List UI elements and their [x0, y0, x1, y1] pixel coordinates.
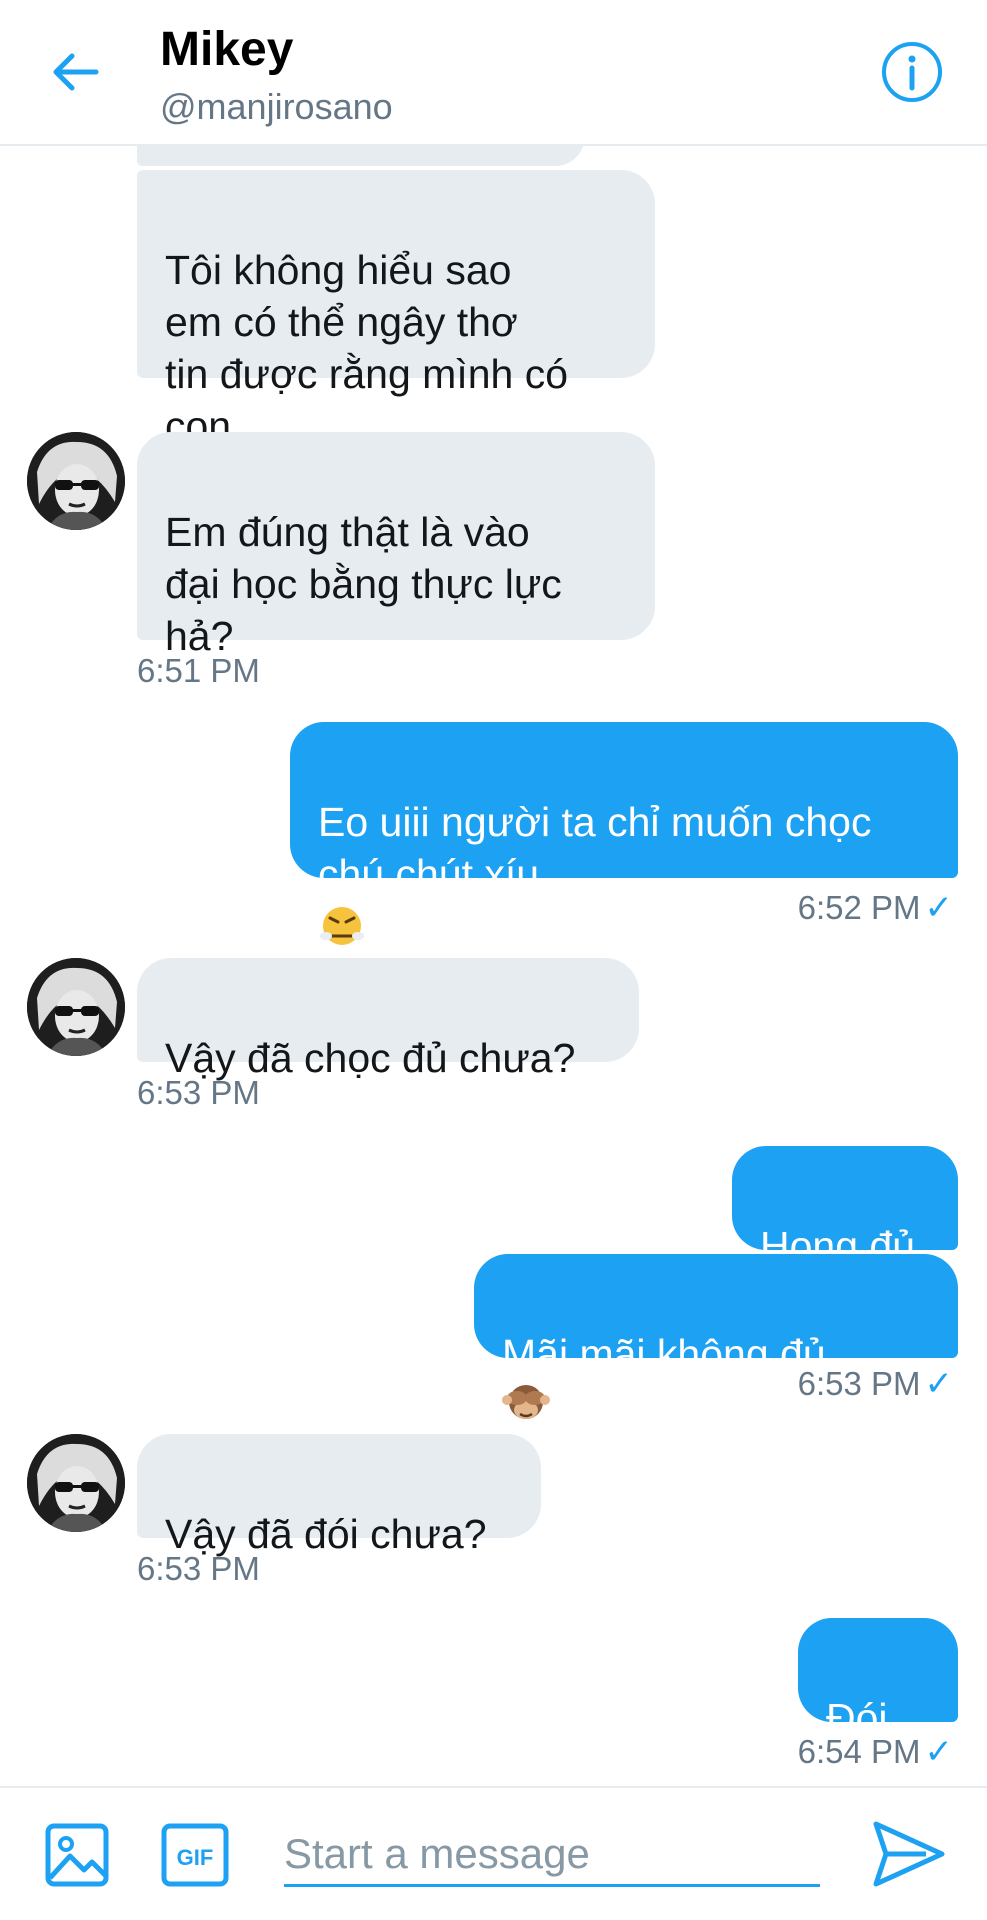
message-timestamp: 6:52 PM ✓ — [797, 889, 954, 927]
conversation-title[interactable]: Mikey — [160, 22, 293, 77]
avatar-image — [27, 958, 125, 1056]
avatar-image — [27, 1434, 125, 1532]
message-bubble-incoming[interactable]: Vậy đã đói chưa? — [137, 1434, 541, 1557]
avatar[interactable] — [27, 958, 125, 1056]
read-checkmark-icon: ✓ — [924, 1733, 954, 1771]
message-text: Eo uiii người ta chỉ muốn chọc chú chút … — [318, 799, 872, 897]
read-checkmark-icon: ✓ — [924, 889, 954, 927]
conversation-handle: @manjirosano — [160, 86, 393, 127]
message-bubble-incoming[interactable]: Vậy đã chọc đủ chưa? — [137, 958, 639, 1081]
conversation-header: Mikey @manjirosano — [0, 0, 987, 146]
avatar[interactable] — [27, 1434, 125, 1532]
gif-icon[interactable]: GIF — [160, 1822, 230, 1888]
message-composer: GIF — [0, 1786, 987, 1920]
send-icon[interactable] — [868, 1814, 948, 1894]
read-checkmark-icon: ✓ — [924, 1365, 954, 1403]
back-arrow-icon[interactable] — [46, 44, 102, 100]
message-bubble-incoming[interactable]: Em đúng thật là vào đại học bằng thực lự… — [137, 432, 655, 659]
message-thread[interactable]: Tôi không hiểu sao em có thể ngây thơ ti… — [0, 146, 987, 1786]
message-text: Mãi mãi không đủ — [502, 1331, 826, 1377]
gif-label: GIF — [177, 1845, 214, 1870]
avatar[interactable] — [27, 432, 125, 530]
message-bubble-incoming[interactable]: Tôi không hiểu sao em có thể ngây thơ ti… — [137, 170, 655, 449]
message-bubble-outgoing[interactable]: Mãi mãi không đủ — [474, 1254, 958, 1419]
message-bubble-outgoing[interactable]: Eo uiii người ta chỉ muốn chọc chú chút … — [290, 722, 958, 945]
message-text: Tôi không hiểu sao em có thể ngây thơ ti… — [165, 247, 569, 449]
message-bubble-outgoing[interactable]: Hong đủ — [732, 1146, 958, 1269]
angry-face-emoji-icon — [320, 907, 364, 945]
message-timestamp: 6:53 PM — [137, 1550, 260, 1587]
message-input[interactable] — [284, 1824, 820, 1887]
info-icon[interactable] — [880, 40, 944, 104]
message-bubble-partial — [137, 146, 585, 166]
see-no-evil-monkey-emoji-icon — [502, 1385, 550, 1419]
message-timestamp: 6:51 PM — [137, 652, 260, 689]
image-icon[interactable] — [44, 1822, 110, 1888]
message-bubble-outgoing[interactable]: Đói... — [798, 1618, 958, 1741]
message-timestamp: 6:54 PM ✓ — [797, 1733, 954, 1771]
avatar-image — [27, 432, 125, 530]
message-timestamp: 6:53 PM ✓ — [797, 1365, 954, 1403]
message-timestamp: 6:53 PM — [137, 1074, 260, 1111]
message-text: Em đúng thật là vào đại học bằng thực lự… — [165, 509, 562, 659]
